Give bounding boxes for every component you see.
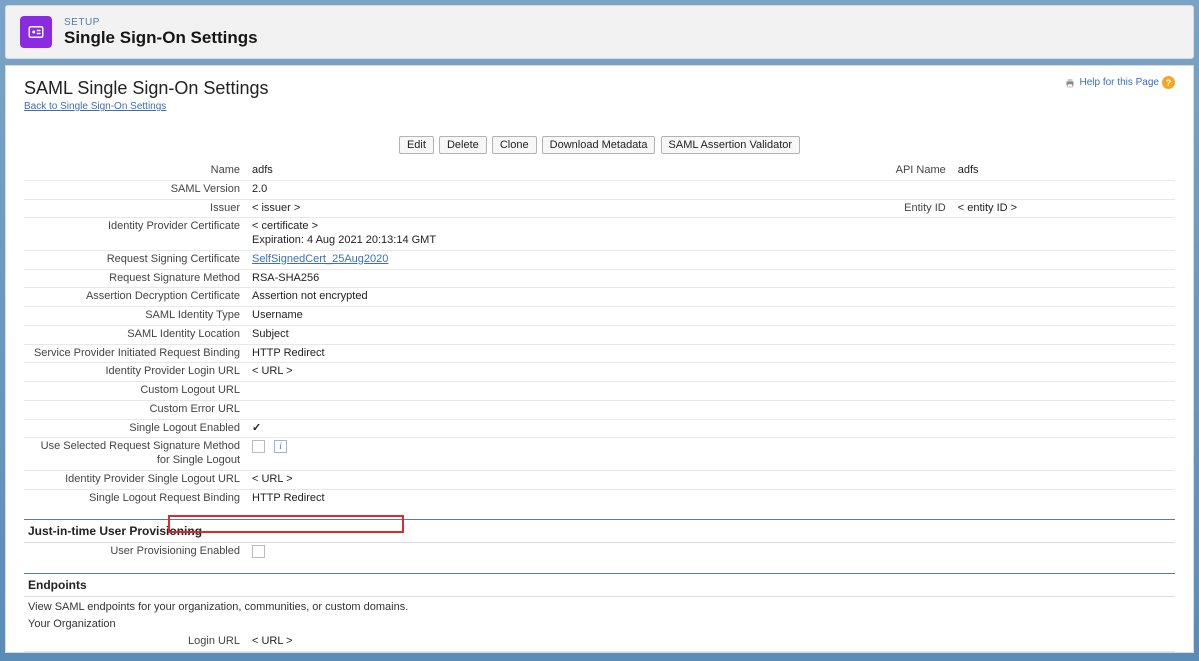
section-endpoints: Endpoints [24, 573, 1175, 597]
details-table: Name adfs API Name adfs SAML Version 2.0… [24, 162, 1175, 507]
label-issuer: Issuer [24, 199, 246, 218]
label-idp-cert: Identity Provider Certificate [24, 218, 246, 251]
endpoints-table: Login URL < URL > Logout URL < URL > OAu… [24, 633, 1175, 653]
help-icon[interactable]: ? [1162, 76, 1175, 89]
checkbox-unchecked-icon [252, 545, 265, 558]
page-title: SAML Single Sign-On Settings [24, 78, 268, 99]
label-logout-url: Logout URL [24, 652, 246, 653]
value-identity-loc: Subject [246, 325, 860, 344]
label-identity-loc: SAML Identity Location [24, 325, 246, 344]
value-slo-enabled: ✓ [246, 419, 860, 438]
value-saml-version: 2.0 [246, 180, 860, 199]
value-sp-binding: HTTP Redirect [246, 344, 860, 363]
label-selected-sig: Use Selected Request Signature Method fo… [24, 438, 246, 471]
saml-validator-button[interactable]: SAML Assertion Validator [661, 136, 801, 154]
label-idp-login-url: Identity Provider Login URL [24, 363, 246, 382]
value-entity-id: < entity ID > [952, 199, 1175, 218]
edit-button[interactable]: Edit [399, 136, 434, 154]
setup-header: SETUP Single Sign-On Settings [5, 5, 1194, 59]
label-jit-enabled: User Provisioning Enabled [24, 543, 246, 561]
value-idp-login-url: < URL > [246, 363, 860, 382]
clone-button[interactable]: Clone [492, 136, 537, 154]
label-entity-id: Entity ID [860, 199, 952, 218]
value-issuer: < issuer > [246, 199, 860, 218]
header-eyebrow: SETUP [64, 17, 258, 28]
section-jit: Just-in-time User Provisioning [24, 519, 1175, 543]
value-identity-type: Username [246, 307, 860, 326]
label-req-sig-method: Request Signature Method [24, 269, 246, 288]
label-custom-logout: Custom Logout URL [24, 382, 246, 401]
header-title: Single Sign-On Settings [64, 28, 258, 48]
value-idp-slo-url: < URL > [246, 470, 860, 489]
content-card: SAML Single Sign-On Settings Back to Sin… [5, 65, 1194, 653]
label-login-url: Login URL [24, 633, 246, 651]
help-link[interactable]: Help for this Page [1080, 77, 1160, 88]
label-saml-version: SAML Version [24, 180, 246, 199]
label-name: Name [24, 162, 246, 180]
label-identity-type: SAML Identity Type [24, 307, 246, 326]
label-sp-binding: Service Provider Initiated Request Bindi… [24, 344, 246, 363]
value-slo-binding: HTTP Redirect [246, 489, 860, 507]
delete-button[interactable]: Delete [439, 136, 487, 154]
value-req-sig-method: RSA-SHA256 [246, 269, 860, 288]
button-row-top: Edit Delete Clone Download Metadata SAML… [24, 136, 1175, 154]
value-assert-decrypt: Assertion not encrypted [246, 288, 860, 307]
value-logout-url: < URL > [246, 652, 884, 653]
value-req-sign-cert[interactable]: SelfSignedCert_25Aug2020 [252, 253, 388, 265]
value-name: adfs [246, 162, 860, 180]
label-slo-enabled: Single Logout Enabled [24, 419, 246, 438]
info-icon[interactable]: i [274, 440, 287, 453]
endpoints-description: View SAML endpoints for your organizatio… [24, 597, 1175, 616]
value-login-url: < URL > [246, 633, 884, 651]
value-custom-logout [246, 382, 860, 401]
printer-icon[interactable] [1063, 77, 1077, 89]
label-api-name: API Name [860, 162, 952, 180]
jit-table: User Provisioning Enabled [24, 543, 1175, 561]
value-idp-cert-2: Expiration: 4 Aug 2021 20:13:14 GMT [252, 234, 854, 248]
sso-icon [20, 16, 52, 48]
value-idp-cert-1: < certificate > [252, 220, 854, 234]
label-assert-decrypt: Assertion Decryption Certificate [24, 288, 246, 307]
label-req-sign-cert: Request Signing Certificate [24, 250, 246, 269]
label-slo-binding: Single Logout Request Binding [24, 489, 246, 507]
value-api-name: adfs [952, 162, 1175, 180]
label-custom-error: Custom Error URL [24, 400, 246, 419]
checkbox-unchecked-icon [252, 440, 265, 453]
value-custom-error [246, 400, 860, 419]
label-idp-slo-url: Identity Provider Single Logout URL [24, 470, 246, 489]
endpoints-org-heading: Your Organization [24, 616, 1175, 633]
back-link[interactable]: Back to Single Sign-On Settings [24, 101, 166, 112]
download-metadata-button[interactable]: Download Metadata [542, 136, 656, 154]
